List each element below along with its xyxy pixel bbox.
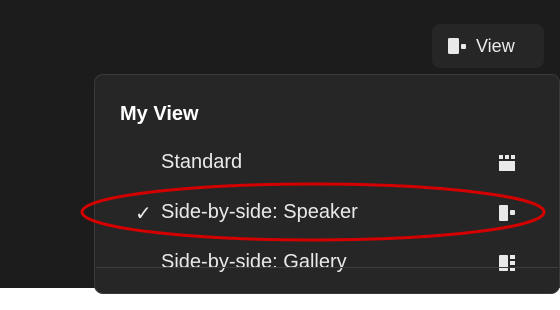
menu-heading-my-view: My View	[120, 103, 199, 125]
standard-grid-icon	[499, 154, 515, 177]
checkmark-icon: ✓	[135, 203, 152, 225]
menu-divider	[96, 267, 558, 268]
speaker-view-icon	[448, 38, 468, 54]
side-by-side-speaker-icon	[499, 204, 515, 227]
menu-item-label: Side-by-side: Gallery	[161, 251, 347, 273]
screenshot-canvas: View My View Standard ✓ Side-by-side: Sp…	[0, 0, 560, 310]
view-button-label: View	[476, 35, 515, 56]
menu-item-label: Side-by-side: Speaker	[161, 201, 358, 223]
view-button[interactable]: View	[432, 24, 544, 68]
menu-item-label: Standard	[161, 151, 243, 173]
view-menu: My View Standard ✓ Side-by-side: Speaker	[94, 74, 560, 294]
menu-item-standard[interactable]: Standard	[95, 143, 559, 183]
menu-item-side-by-side-speaker[interactable]: ✓ Side-by-side: Speaker	[95, 193, 559, 233]
menu-item-side-by-side-gallery[interactable]: Side-by-side: Gallery	[95, 243, 559, 283]
side-by-side-gallery-icon	[499, 254, 515, 277]
